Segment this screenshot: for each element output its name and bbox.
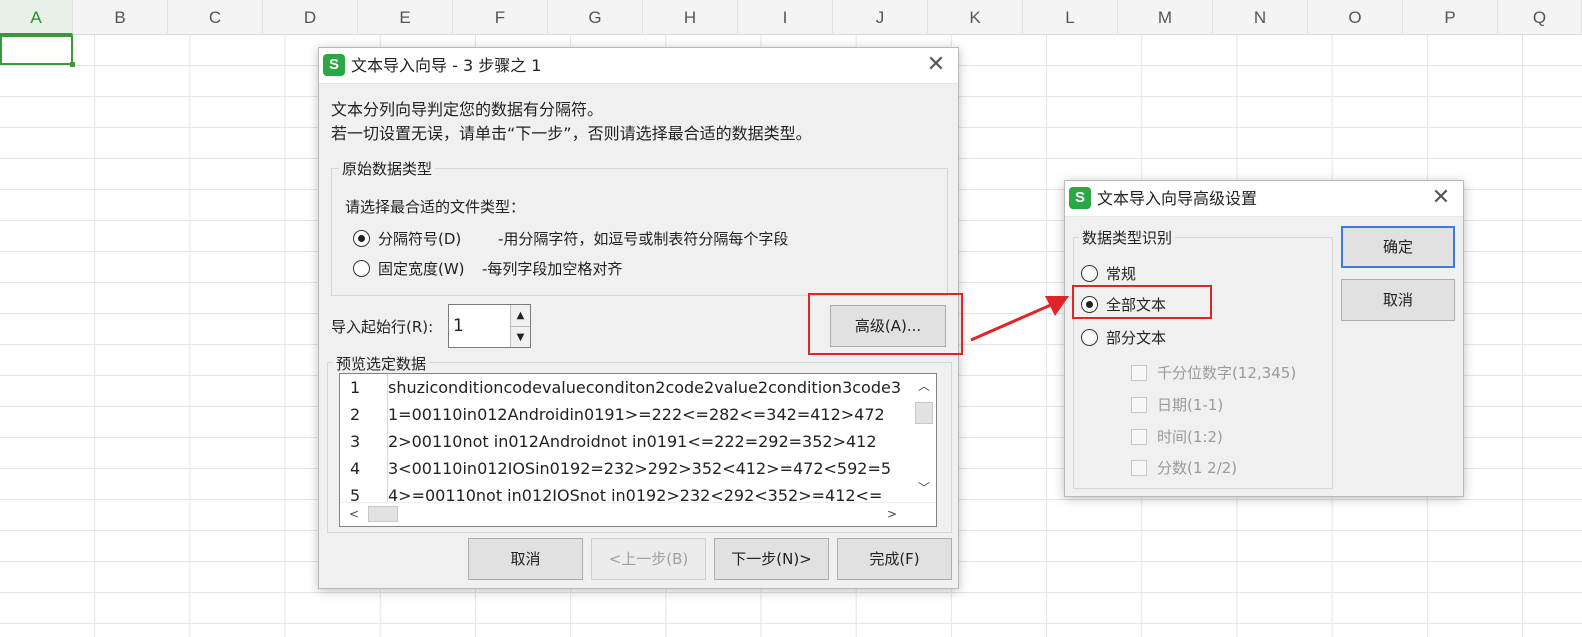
preview-data-box[interactable]: 1 shuziconditioncodevalueconditon2code2v…	[339, 373, 937, 527]
delimited-radio[interactable]	[353, 230, 370, 247]
column-header-h[interactable]: H	[643, 0, 738, 35]
wizard-titlebar[interactable]: S 文本导入向导 - 3 步骤之 1 ✕	[319, 48, 958, 84]
column-header-m[interactable]: M	[1118, 0, 1213, 35]
prev-button[interactable]: <上一步(B)	[591, 538, 706, 580]
column-header-f[interactable]: F	[453, 0, 548, 35]
column-header-a[interactable]: A	[0, 0, 73, 35]
preview-row-number: 4	[350, 459, 361, 478]
scroll-right-icon[interactable]: >	[882, 504, 902, 524]
preview-row-text: shuziconditioncodevalueconditon2code2val…	[388, 378, 902, 397]
date-label: 日期(1-1)	[1157, 396, 1224, 414]
preview-title: 预览选定数据	[333, 353, 430, 374]
thousands-label: 千分位数字(12,345)	[1157, 364, 1297, 382]
fraction-checkbox[interactable]	[1131, 459, 1147, 476]
column-header-k[interactable]: K	[928, 0, 1023, 35]
advanced-settings-dialog: S 文本导入向导高级设置 ✕ 数据类型识别 常规 全部文本 部分文本 千分位数字…	[1064, 180, 1464, 497]
advanced-title: 文本导入向导高级设置	[1097, 189, 1258, 208]
time-option[interactable]: 时间(1:2)	[1131, 426, 1223, 447]
preview-row-number: 1	[350, 378, 361, 397]
fraction-label: 分数(1 2/2)	[1157, 459, 1238, 477]
thousands-checkbox[interactable]	[1131, 364, 1147, 381]
partial-text-label: 部分文本	[1106, 329, 1167, 347]
date-checkbox[interactable]	[1131, 396, 1147, 413]
preview-row-text: 3<00110in012IOSin0192=232>292>352<412>=4…	[388, 459, 892, 478]
wps-app-icon: S	[1069, 187, 1091, 209]
next-button[interactable]: 下一步(N)>	[714, 538, 829, 580]
column-header-e[interactable]: E	[358, 0, 453, 35]
spin-down-icon[interactable]: ▼	[510, 326, 530, 347]
column-header-b[interactable]: B	[73, 0, 168, 35]
scroll-left-icon[interactable]: <	[344, 504, 364, 524]
column-header-l[interactable]: L	[1023, 0, 1118, 35]
column-header-q[interactable]: Q	[1498, 0, 1582, 35]
preview-row-number: 3	[350, 432, 361, 451]
start-row-spinner[interactable]: 1 ▲ ▼	[448, 304, 531, 348]
column-header-g[interactable]: G	[548, 0, 643, 35]
wps-app-icon: S	[323, 54, 345, 76]
time-label: 时间(1:2)	[1157, 428, 1223, 446]
preview-vertical-scrollbar[interactable]: ︿ ﹀	[912, 374, 936, 504]
general-label: 常规	[1106, 265, 1137, 283]
horizontal-scroll-thumb[interactable]	[368, 506, 398, 522]
cancel-button[interactable]: 取消	[468, 538, 583, 580]
partial-text-radio[interactable]	[1081, 329, 1098, 346]
column-header-i[interactable]: I	[738, 0, 833, 35]
date-option[interactable]: 日期(1-1)	[1131, 394, 1223, 415]
column-header-j[interactable]: J	[833, 0, 928, 35]
preview-horizontal-scrollbar[interactable]: < >	[340, 502, 936, 526]
column-header-c[interactable]: C	[168, 0, 263, 35]
column-header-n[interactable]: N	[1213, 0, 1308, 35]
ok-button[interactable]: 确定	[1341, 226, 1455, 268]
preview-row-number: 2	[350, 405, 361, 424]
fraction-option[interactable]: 分数(1 2/2)	[1131, 457, 1237, 478]
delimited-label: 分隔符号(D)	[378, 230, 462, 248]
column-header-bar: A B C D E F G H I J K L M N O P Q	[0, 0, 1582, 35]
partial-text-option[interactable]: 部分文本	[1081, 327, 1166, 348]
spin-up-icon[interactable]: ▲	[510, 305, 530, 326]
fixed-width-option[interactable]: 固定宽度(W) -每列字段加空格对齐	[353, 258, 622, 279]
file-type-prompt: 请选择最合适的文件类型：	[345, 198, 526, 216]
highlight-all-text-option	[1072, 285, 1212, 319]
general-radio[interactable]	[1081, 265, 1098, 282]
wizard-title: 文本导入向导 - 3 步骤之 1	[351, 56, 542, 75]
highlight-advanced-button	[808, 293, 963, 355]
fixed-width-label: 固定宽度(W)	[378, 260, 465, 278]
scroll-down-icon[interactable]: ﹀	[914, 478, 934, 498]
fixed-width-radio[interactable]	[353, 260, 370, 277]
preview-row-text: 2>00110not in012Androidnot in0191<=222=2…	[388, 432, 877, 451]
active-cell-a1[interactable]	[0, 35, 75, 67]
general-option[interactable]: 常规	[1081, 263, 1136, 284]
wizard-intro-line-1: 文本分列向导判定您的数据有分隔符。	[331, 100, 604, 119]
vertical-scroll-thumb[interactable]	[915, 402, 933, 424]
advanced-cancel-button[interactable]: 取消	[1341, 279, 1455, 321]
column-header-p[interactable]: P	[1403, 0, 1498, 35]
close-icon[interactable]: ✕	[1429, 187, 1453, 211]
start-row-value[interactable]: 1	[453, 305, 464, 347]
preview-row-text: 1=00110in012Androidin0191>=222<=282<=342…	[388, 405, 885, 424]
original-data-type-label: 原始数据类型	[339, 158, 436, 179]
annotation-arrow-icon	[970, 296, 1069, 342]
scroll-up-icon[interactable]: ︿	[914, 376, 934, 396]
fixed-width-desc: -每列字段加空格对齐	[482, 260, 623, 278]
delimited-option[interactable]: 分隔符号(D) -用分隔字符，如逗号或制表符分隔每个字段	[353, 228, 788, 249]
close-icon[interactable]: ✕	[924, 54, 948, 78]
wizard-intro-line-2: 若一切设置无误，请单击“下一步”，否则请选择最合适的数据类型。	[331, 124, 812, 143]
data-type-recognition-label: 数据类型识别	[1079, 227, 1176, 248]
time-checkbox[interactable]	[1131, 428, 1147, 445]
advanced-titlebar[interactable]: S 文本导入向导高级设置 ✕	[1065, 181, 1463, 217]
column-header-o[interactable]: O	[1308, 0, 1403, 35]
start-row-label: 导入起始行(R):	[331, 318, 434, 336]
finish-button[interactable]: 完成(F)	[837, 538, 952, 580]
column-header-d[interactable]: D	[263, 0, 358, 35]
thousands-option[interactable]: 千分位数字(12,345)	[1131, 362, 1296, 383]
delimited-desc: -用分隔字符，如逗号或制表符分隔每个字段	[498, 230, 789, 248]
